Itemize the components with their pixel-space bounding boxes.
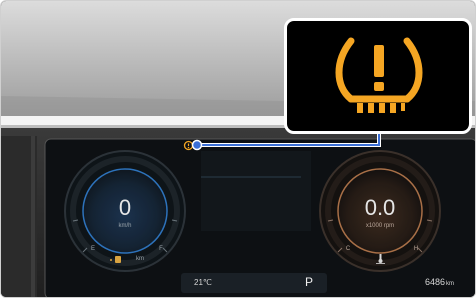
temp-hot-label: H xyxy=(413,246,419,252)
range-unit: km xyxy=(136,256,144,262)
fuel-pump-icon xyxy=(115,256,121,263)
rpm-unit: x1000 rpm xyxy=(365,223,395,229)
screenshot-frame: 0 km/h E F km 0.0 x1000 rpm C H 21℃ P 64… xyxy=(0,0,476,298)
fuel-empty-label: E xyxy=(90,246,95,252)
fuel-full-label: F xyxy=(159,246,163,252)
speed-unit: km/h xyxy=(118,223,132,229)
odometer-unit: km xyxy=(446,281,455,287)
coolant-temp-icon xyxy=(376,254,385,264)
temp-cold-label: C xyxy=(345,246,351,252)
outside-temperature: 21℃ xyxy=(194,278,212,287)
gear-indicator: P xyxy=(305,275,314,289)
rpm-readout: 0.0 xyxy=(364,195,396,220)
odometer-value: 6486 xyxy=(425,277,446,287)
tire-pressure-warning-icon xyxy=(335,37,423,113)
odometer: 6486km xyxy=(425,277,454,287)
warning-callout xyxy=(284,18,472,134)
speed-readout: 0 xyxy=(118,195,132,220)
fuel-dot-icon xyxy=(110,259,112,261)
